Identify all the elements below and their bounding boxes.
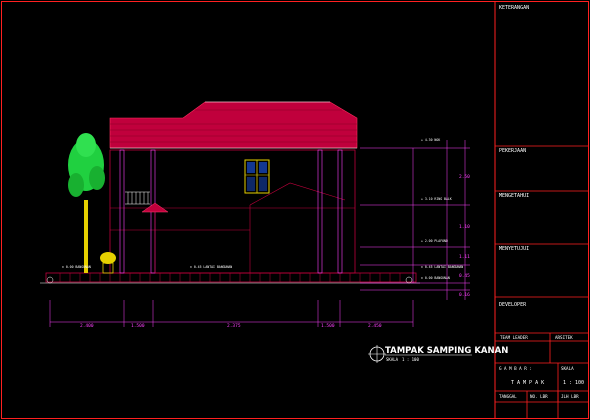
vertical-dimension-values: 2.50 1.10 1.11 0.45 0.16	[459, 174, 470, 298]
foundation-strip	[45, 272, 417, 283]
dim-right-1: 2.50	[459, 174, 470, 180]
tb-skala-label: SKALA	[561, 366, 574, 371]
tb-tanggal: TANGGAL	[499, 394, 517, 399]
dim-bottom-0: 2.400	[80, 323, 94, 329]
level-label-plafond: + 2.00 PLAFOND	[421, 239, 448, 243]
dim-bottom-1: 1.500	[131, 323, 145, 329]
tb-gambar-value: T A M P A K	[511, 380, 544, 386]
tb-no-lbr: NO. LBR	[530, 394, 548, 399]
horizontal-dimension-values: 2.400 1.500 2.375 1.500 2.450	[80, 323, 382, 329]
tb-keterangan: KETERANGAN	[499, 5, 529, 11]
level-labels: ± 0.00 BANGUNAN ± 0.45 LANTAI BANGUNAN ±…	[62, 138, 463, 280]
tb-pekerjaan: PEKERJAAN	[499, 148, 526, 154]
level-label-floor: ± 0.45 LANTAI BANGUNAN	[421, 265, 463, 269]
dim-bottom-2: 2.375	[227, 323, 241, 329]
title-block: KETERANGAN PEKERJAAN MENGETAHUI MENYETUJ…	[495, 5, 588, 418]
dim-bottom-3: 1.500	[321, 323, 335, 329]
drawing-scale-label: SKALA	[386, 357, 399, 362]
drawing-title-block: TAMPAK SAMPING KANAN SKALA 1 : 100	[368, 345, 508, 363]
tb-mengetahui: MENGETAHUI	[499, 193, 529, 199]
horizontal-dimension-lines	[49, 300, 414, 327]
elevation-drawing: KETERANGAN PEKERJAAN MENGETAHUI MENYETUJ…	[1, 1, 589, 419]
dim-right-5: 0.16	[459, 292, 470, 298]
balcony-railing	[125, 191, 150, 205]
tb-team-leader: TEAM LEADER	[500, 335, 528, 340]
tb-arsitek: ARSITEK	[555, 335, 573, 340]
upper-window	[244, 159, 270, 194]
vertical-dimension-lines	[360, 140, 470, 300]
dim-right-2: 1.10	[459, 224, 470, 230]
entrance-canopy	[141, 202, 169, 273]
drawing-scale-value: 1 : 100	[402, 357, 419, 362]
main-roof	[109, 101, 358, 149]
level-label-nok: + 4.30 NOK	[421, 138, 440, 142]
tb-skala-value: 1 : 100	[563, 380, 584, 386]
dim-right-3: 1.11	[459, 254, 470, 260]
planter-illustration	[100, 252, 116, 274]
tb-gambar-label: G A M B A R :	[499, 366, 532, 371]
cad-viewport: KETERANGAN PEKERJAAN MENGETAHUI MENYETUJ…	[0, 0, 590, 420]
drawing-title: TAMPAK SAMPING KANAN	[385, 346, 508, 356]
tree-illustration	[68, 133, 105, 273]
level-label-ground: ± 0.00 BANGUNAN	[421, 276, 450, 280]
level-label-1: ± 0.45 LANTAI BANGUNAN	[190, 265, 232, 269]
building-elevation: ± 0.00 BANGUNAN ± 0.45 LANTAI BANGUNAN ±…	[40, 101, 470, 329]
tb-menyetujui: MENYETUJUI	[499, 246, 529, 252]
foundation-hatch	[59, 273, 401, 282]
dim-right-4: 0.45	[459, 273, 470, 279]
tb-jlh-lbr: JLH LBR	[561, 394, 579, 399]
dim-bottom-4: 2.450	[368, 323, 382, 329]
level-label-0: ± 0.00 BANGUNAN	[62, 265, 91, 269]
tb-developer: DEVELOPER	[499, 302, 527, 308]
